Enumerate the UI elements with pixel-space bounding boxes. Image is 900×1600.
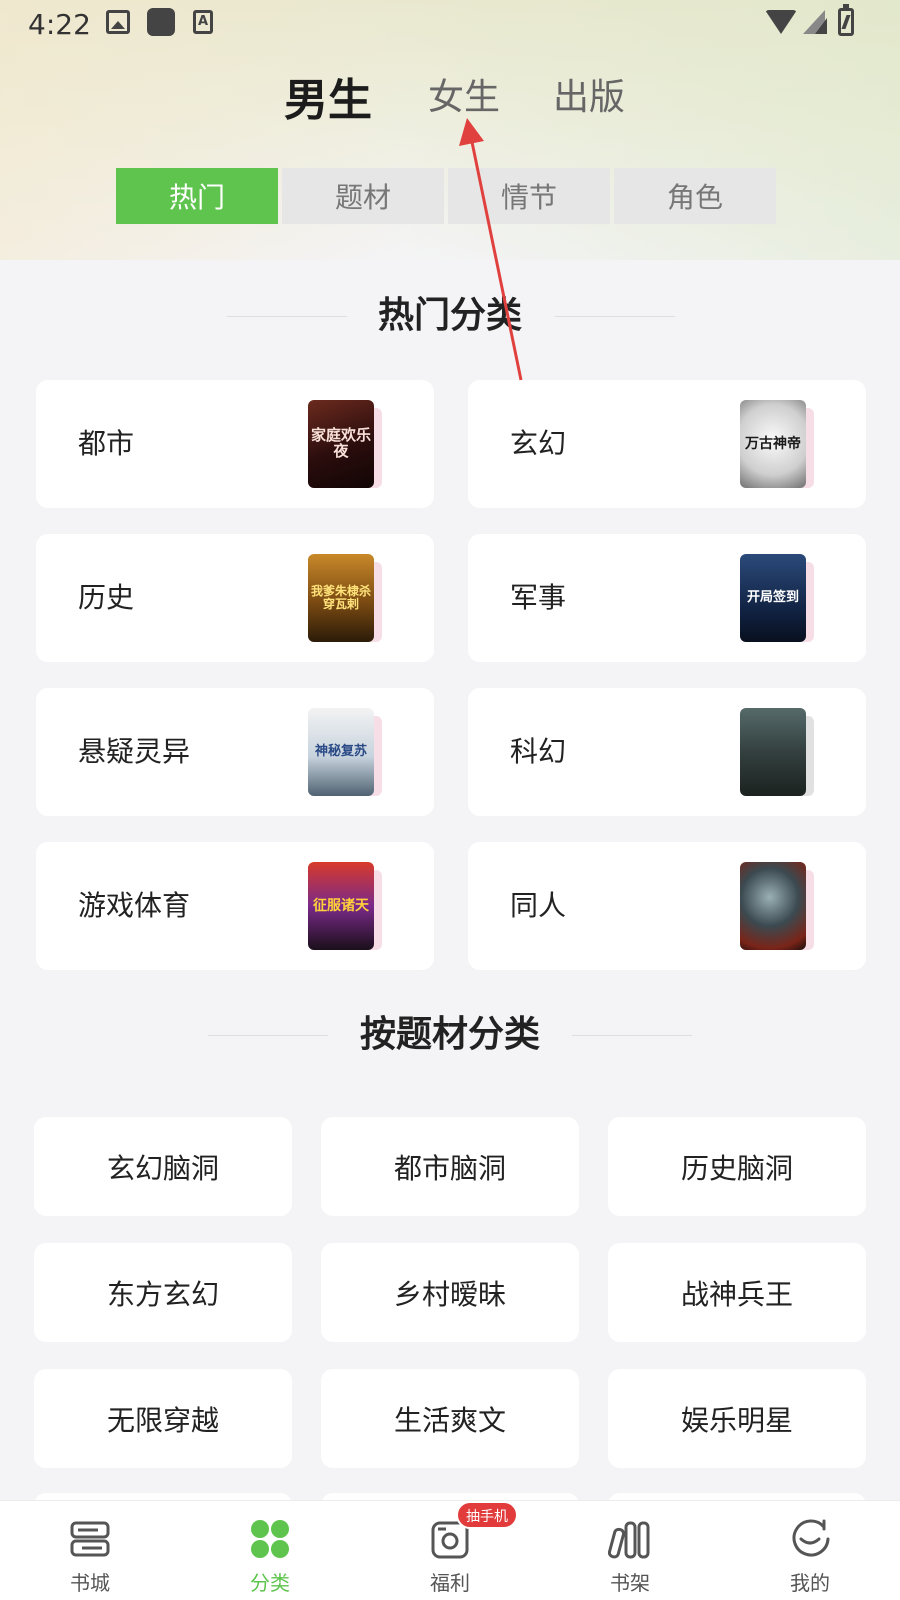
status-time: 4:22	[28, 8, 91, 41]
battery-icon	[838, 4, 854, 36]
nav-category[interactable]: 分类	[180, 1501, 360, 1600]
cover-image	[740, 862, 806, 950]
tab-female[interactable]: 女生	[428, 68, 500, 120]
category-card-kehuan[interactable]: 科幻	[468, 688, 866, 816]
subtab-role[interactable]: 角色	[614, 168, 776, 224]
nav-label: 我的	[790, 1571, 830, 1595]
category-grid-icon	[251, 1520, 289, 1558]
category-label: 同人	[510, 889, 567, 922]
cover-image: 我爹朱棣杀穿瓦剌	[308, 554, 374, 642]
category-card-youxi[interactable]: 游戏体育 征服诸天	[36, 842, 434, 970]
hot-category-grid: 都市 家庭欢乐夜 玄幻 万古神帝 历史 我爹朱棣杀穿瓦剌 军事 开局签到 悬疑灵…	[36, 380, 866, 970]
category-card-xuanyi[interactable]: 悬疑灵异 神秘复苏	[36, 688, 434, 816]
theme-category-grid: 玄幻脑洞 都市脑洞 历史脑洞 东方玄幻 乡村暧昧 战神兵王 无限穿越 生活爽文 …	[34, 1117, 866, 1468]
nav-bookstore[interactable]: 书城	[0, 1501, 180, 1600]
theme-item[interactable]: 历史脑洞	[608, 1117, 866, 1216]
category-label: 悬疑灵异	[78, 735, 191, 768]
subtab-hot[interactable]: 热门	[116, 168, 278, 224]
category-label: 玄幻	[510, 427, 567, 460]
gender-tabs: 男生 女生 出版	[0, 68, 900, 128]
book-cover: 万古神帝	[740, 400, 816, 488]
nav-label: 福利	[430, 1571, 470, 1595]
category-card-xuanhuan[interactable]: 玄幻 万古神帝	[468, 380, 866, 508]
theme-item[interactable]: 玄幻脑洞	[34, 1117, 292, 1216]
nav-label: 书城	[70, 1571, 110, 1595]
bookshelf-icon	[608, 1521, 650, 1559]
category-label: 历史	[78, 581, 135, 614]
theme-item[interactable]: 东方玄幻	[34, 1243, 292, 1342]
subtab-plot[interactable]: 情节	[448, 168, 610, 224]
category-card-dushi[interactable]: 都市 家庭欢乐夜	[36, 380, 434, 508]
theme-item[interactable]: 生活爽文	[321, 1369, 579, 1468]
app-square-icon	[147, 8, 175, 36]
category-card-tongren[interactable]: 同人	[468, 842, 866, 970]
cover-image: 家庭欢乐夜	[308, 400, 374, 488]
book-cover: 征服诸天	[308, 862, 384, 950]
nav-profile[interactable]: 我的	[720, 1501, 900, 1600]
book-cover: 开局签到	[740, 554, 816, 642]
category-card-junshi[interactable]: 军事 开局签到	[468, 534, 866, 662]
cover-image: 神秘复苏	[308, 708, 374, 796]
book-cover: 我爹朱棣杀穿瓦剌	[308, 554, 384, 642]
book-cover: 神秘复苏	[308, 708, 384, 796]
profile-face-icon	[792, 1519, 830, 1557]
tab-publish[interactable]: 出版	[553, 68, 625, 120]
cover-image: 万古神帝	[740, 400, 806, 488]
section-title: 热门分类	[377, 295, 522, 336]
category-label: 军事	[510, 581, 567, 614]
hot-section-heading: 热门分类	[0, 291, 900, 341]
theme-item[interactable]: 乡村暧昧	[321, 1243, 579, 1342]
book-cover	[740, 862, 816, 950]
sub-tabs: 热门 题材 情节 角色	[116, 168, 776, 224]
nav-label: 分类	[250, 1571, 290, 1595]
category-label: 游戏体育	[78, 889, 191, 922]
signal-icon	[803, 10, 827, 34]
theme-item[interactable]: 无限穿越	[34, 1369, 292, 1468]
category-card-lishi[interactable]: 历史 我爹朱棣杀穿瓦剌	[36, 534, 434, 662]
nav-label: 书架	[610, 1571, 650, 1595]
category-label: 科幻	[510, 735, 567, 768]
nav-bookshelf[interactable]: 书架	[540, 1501, 720, 1600]
status-bar: 4:22 A	[0, 0, 900, 48]
subtab-theme[interactable]: 题材	[282, 168, 444, 224]
section-title: 按题材分类	[359, 1014, 540, 1055]
book-cover: 家庭欢乐夜	[308, 400, 384, 488]
theme-item[interactable]: 娱乐明星	[608, 1369, 866, 1468]
theme-item[interactable]: 战神兵王	[608, 1243, 866, 1342]
image-icon	[106, 10, 130, 34]
wifi-icon	[765, 10, 797, 34]
welfare-badge: 抽手机	[456, 1501, 518, 1529]
cover-image: 征服诸天	[308, 862, 374, 950]
theme-section-heading: 按题材分类	[0, 1010, 900, 1060]
category-label: 都市	[78, 427, 135, 460]
bottom-navigation: 书城 分类 抽手机 福利 书架 我的	[0, 1500, 900, 1600]
cover-image	[740, 708, 806, 796]
cover-image: 开局签到	[740, 554, 806, 642]
book-cover	[740, 708, 816, 796]
tab-male[interactable]: 男生	[284, 64, 372, 128]
theme-item[interactable]: 都市脑洞	[321, 1117, 579, 1216]
bookstore-icon	[70, 1521, 110, 1557]
nav-welfare[interactable]: 抽手机 福利	[360, 1501, 540, 1600]
font-a-icon: A	[193, 10, 213, 34]
